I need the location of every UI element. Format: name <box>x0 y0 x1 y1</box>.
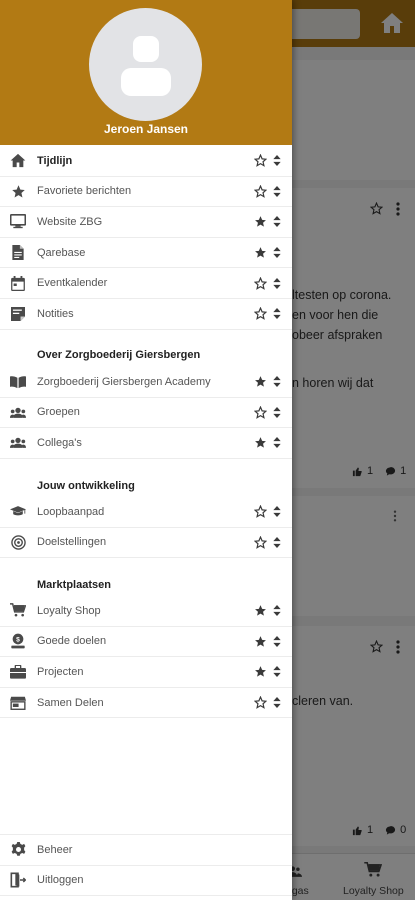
star-outline-icon[interactable] <box>254 276 267 290</box>
menu-item-groepen[interactable]: Groepen <box>0 398 292 429</box>
menu-item-label: Samen Delen <box>37 696 104 709</box>
section-title-about: Over Zorgboederij Giersbergen <box>37 349 201 361</box>
menu-item-zorgboederij-giersbergen-academy[interactable]: Zorgboederij Giersbergen Academy <box>0 367 292 398</box>
star-outline-icon[interactable] <box>254 505 267 519</box>
menu-item-doelstellingen[interactable]: Doelstellingen <box>0 528 292 559</box>
star-filled-icon[interactable] <box>254 635 267 648</box>
menu-marketplaces: Loyalty Shop $ Goede doelen Projecten Samen … <box>0 596 292 719</box>
target-icon <box>10 534 26 550</box>
section-title-marketplaces: Marktplaatsen <box>37 579 111 591</box>
menu-item-label: Notities <box>37 307 74 320</box>
star-icon <box>10 183 26 199</box>
star-outline-icon[interactable] <box>254 405 267 419</box>
menu-item-favoriete-berichten[interactable]: Favoriete berichten <box>0 177 292 208</box>
menu-item-collega-s[interactable]: Collega's <box>0 428 292 459</box>
users-icon <box>10 435 26 451</box>
star-outline-icon[interactable] <box>254 535 267 549</box>
users-icon <box>10 404 26 420</box>
donate-icon: $ <box>10 633 26 649</box>
star-filled-icon[interactable] <box>254 604 267 617</box>
menu-item-label: Tijdlijn <box>37 154 73 167</box>
store-icon <box>10 695 26 711</box>
book-icon <box>10 374 26 390</box>
menu-item-loopbaanpad[interactable]: Loopbaanpad <box>0 497 292 528</box>
cart-icon <box>10 603 26 619</box>
menu-item-label: Uitloggen <box>37 874 84 887</box>
menu-item-label: Qarebase <box>37 246 86 259</box>
sort-handle-icon[interactable] <box>273 437 281 449</box>
star-filled-icon[interactable] <box>254 665 267 678</box>
sort-handle-icon[interactable] <box>273 666 281 678</box>
sort-handle-icon[interactable] <box>273 155 281 167</box>
calendar-icon <box>10 275 26 291</box>
monitor-icon <box>10 214 26 230</box>
sort-handle-icon[interactable] <box>273 216 281 228</box>
sort-handle-icon[interactable] <box>273 185 281 197</box>
avatar[interactable] <box>89 8 202 121</box>
menu-main: Tijdlijn Favoriete berichten Website ZBG Qa… <box>0 146 292 330</box>
user-name[interactable]: Jeroen Jansen <box>0 122 292 136</box>
menu-item-loyalty-shop[interactable]: Loyalty Shop <box>0 596 292 627</box>
menu-item-label: Collega's <box>37 436 82 449</box>
menu-item-tijdlijn[interactable]: Tijdlijn <box>0 146 292 177</box>
sort-handle-icon[interactable] <box>273 697 281 709</box>
menu-item-website-zbg[interactable]: Website ZBG <box>0 207 292 238</box>
menu-item-label: Zorgboederij Giersbergen Academy <box>37 375 211 388</box>
sort-handle-icon[interactable] <box>273 605 281 617</box>
sort-handle-icon[interactable] <box>273 406 281 418</box>
menu-item-label: Beheer <box>37 843 73 856</box>
menu-item-label: Projecten <box>37 665 84 678</box>
menu-item-label: Loyalty Shop <box>37 604 101 617</box>
star-filled-icon[interactable] <box>254 436 267 449</box>
briefcase-icon <box>10 664 26 680</box>
menu-item-label: Eventkalender <box>37 277 108 290</box>
note-icon <box>10 306 26 322</box>
menu-item-samen-delen[interactable]: Samen Delen <box>0 688 292 719</box>
menu-footer: Beheer Uitloggen <box>0 834 292 897</box>
menu-item-label: Goede doelen <box>37 635 107 648</box>
menu-item-label: Groepen <box>37 406 80 419</box>
menu-item-label: Website ZBG <box>37 215 103 228</box>
document-icon <box>10 245 26 261</box>
menu-development: Loopbaanpad Doelstellingen <box>0 497 292 559</box>
menu-item-label: Loopbaanpad <box>37 505 105 518</box>
gear-icon <box>10 842 26 858</box>
section-title-development: Jouw ontwikkeling <box>37 480 135 492</box>
menu-item-eventkalender[interactable]: Eventkalender <box>0 268 292 299</box>
graduation-cap-icon <box>10 504 26 520</box>
star-outline-icon[interactable] <box>254 307 267 321</box>
menu-item-notities[interactable]: Notities <box>0 299 292 330</box>
menu-item-qarebase[interactable]: Qarebase <box>0 238 292 269</box>
sort-handle-icon[interactable] <box>273 247 281 259</box>
menu-item-uitloggen[interactable]: Uitloggen <box>0 866 292 897</box>
menu-item-beheer[interactable]: Beheer <box>0 835 292 866</box>
logout-icon <box>10 872 26 888</box>
drawer-header: Jeroen Jansen <box>0 0 292 145</box>
star-outline-icon[interactable] <box>254 696 267 709</box>
sort-handle-icon[interactable] <box>273 277 281 289</box>
menu-item-goede-doelen[interactable]: $ Goede doelen <box>0 627 292 658</box>
menu-item-projecten[interactable]: Projecten <box>0 657 292 688</box>
home-icon <box>10 153 26 169</box>
star-filled-icon[interactable] <box>254 375 267 388</box>
sort-handle-icon[interactable] <box>273 506 281 518</box>
svg-text:$: $ <box>16 637 20 644</box>
sort-handle-icon[interactable] <box>273 308 281 320</box>
star-filled-icon[interactable] <box>254 215 267 228</box>
sort-handle-icon[interactable] <box>273 376 281 388</box>
sort-handle-icon[interactable] <box>273 536 281 548</box>
menu-item-label: Favoriete berichten <box>37 185 132 198</box>
navigation-drawer: Jeroen Jansen Tijdlijn Favoriete berichte… <box>0 0 292 900</box>
sort-handle-icon[interactable] <box>273 635 281 647</box>
star-filled-icon[interactable] <box>254 246 267 259</box>
star-outline-icon[interactable] <box>254 154 267 168</box>
menu-about: Zorgboederij Giersbergen Academy Groepen C… <box>0 367 292 459</box>
star-outline-icon[interactable] <box>254 184 267 198</box>
menu-item-label: Doelstellingen <box>37 536 107 549</box>
